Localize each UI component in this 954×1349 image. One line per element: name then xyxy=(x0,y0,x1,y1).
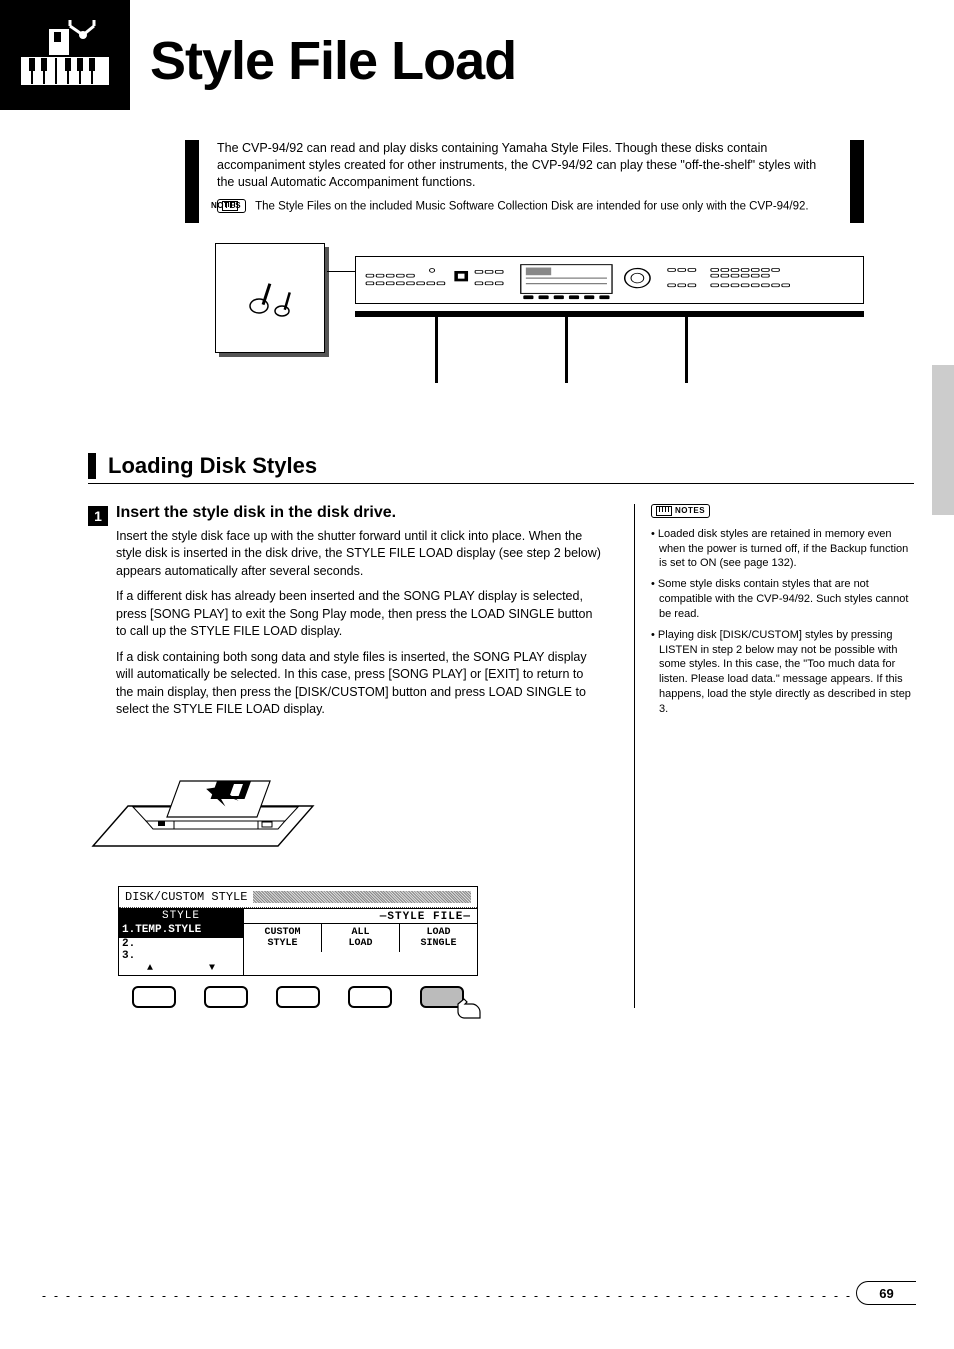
title-dot-leader: ........................ xyxy=(536,71,954,79)
step-p3: If a disk containing both song data and … xyxy=(116,649,604,719)
lcd-style-list: STYLE 1.TEMP.STYLE 2. 3. ▲▼ xyxy=(119,909,244,975)
intro-paragraph: The CVP-94/92 can read and play disks co… xyxy=(217,140,832,191)
notes-badge-label: NOTES xyxy=(675,506,705,517)
connector-line xyxy=(327,271,355,273)
intro-note-text: The Style Files on the included Music So… xyxy=(255,200,809,212)
lcd-style-row: 3. xyxy=(119,950,243,962)
section-heading-bar xyxy=(88,453,96,479)
step-area: 1 Insert the style disk in the disk driv… xyxy=(88,504,914,1008)
intro-box: The CVP-94/92 can read and play disks co… xyxy=(185,140,864,223)
section-heading-text: Loading Disk Styles xyxy=(88,453,914,479)
softkey-button[interactable] xyxy=(276,986,320,1008)
side-note-1: • Loaded disk styles are retained in mem… xyxy=(651,527,914,572)
lcd-softkey-labels: CUSTOMSTYLE ALLLOAD LOADSINGLE xyxy=(244,923,477,952)
hardware-diagram xyxy=(185,233,864,423)
page-title: Style File Load xyxy=(150,30,516,92)
step-body: Insert the style disk face up with the s… xyxy=(116,528,604,719)
disk-style-icon xyxy=(248,278,293,318)
lcd-cell-all-load: ALLLOAD xyxy=(322,924,400,952)
stand-leg xyxy=(565,317,568,383)
step-title: Insert the style disk in the disk drive. xyxy=(116,504,604,522)
lcd-scroll-arrows: ▲▼ xyxy=(119,962,243,975)
disk-style-box xyxy=(215,243,325,353)
instrument-panel xyxy=(355,256,864,304)
stand-leg xyxy=(435,317,438,383)
intro-bar-right xyxy=(850,140,864,223)
footer-dots xyxy=(38,1294,916,1299)
step-main: 1 Insert the style disk in the disk driv… xyxy=(88,504,634,1008)
disk-drive-illustration xyxy=(88,751,318,861)
lcd-header-shade xyxy=(253,891,471,903)
side-note-3: • Playing disk [DISK/CUSTOM] styles by p… xyxy=(651,628,914,717)
softkey-button-row xyxy=(118,986,478,1008)
lcd-cell-load-single: LOADSINGLE xyxy=(400,924,477,952)
intro-bar-left xyxy=(185,140,199,223)
lcd-style-row: 2. xyxy=(119,938,243,950)
notes-badge: NOTES xyxy=(651,504,710,519)
lcd-cell-custom-style: CUSTOMSTYLE xyxy=(244,924,322,952)
topic-icon-box xyxy=(0,0,130,110)
notes-badge: NOTES xyxy=(217,199,246,214)
pointer-hand-icon xyxy=(454,994,484,1020)
stand-leg xyxy=(685,317,688,383)
midi-keyboard-icon xyxy=(20,20,110,90)
keyboard-strip xyxy=(355,311,864,317)
softkey-button[interactable] xyxy=(348,986,392,1008)
page-number-tab: 69 xyxy=(856,1281,916,1305)
lcd-header-row: DISK/CUSTOM STYLE xyxy=(119,887,477,908)
section-heading: Loading Disk Styles xyxy=(88,453,914,484)
lcd-stylefile-label: —STYLE FILE— xyxy=(244,909,477,923)
side-notes: NOTES • Loaded disk styles are retained … xyxy=(634,504,914,1008)
intro-note: NOTES The Style Files on the included Mu… xyxy=(217,199,832,215)
lcd-selected-style: 1.TEMP.STYLE xyxy=(119,923,243,938)
step-p1: Insert the style disk face up with the s… xyxy=(116,528,604,581)
footer-rule: 69 xyxy=(38,1293,916,1299)
softkey-button[interactable] xyxy=(132,986,176,1008)
step-number: 1 xyxy=(88,506,108,526)
lcd-screen: DISK/CUSTOM STYLE STYLE 1.TEMP.STYLE 2. … xyxy=(118,886,478,976)
step-p2: If a different disk has already been ins… xyxy=(116,588,604,641)
side-note-2: • Some style disks contain styles that a… xyxy=(651,577,914,622)
keyboard-mini-icon xyxy=(656,506,672,516)
lcd-header-text: DISK/CUSTOM STYLE xyxy=(125,890,247,904)
lcd-style-header: STYLE xyxy=(119,909,243,923)
page-header: Style File Load ........................ xyxy=(0,0,954,110)
softkey-button[interactable] xyxy=(204,986,248,1008)
edge-tab xyxy=(932,365,954,515)
